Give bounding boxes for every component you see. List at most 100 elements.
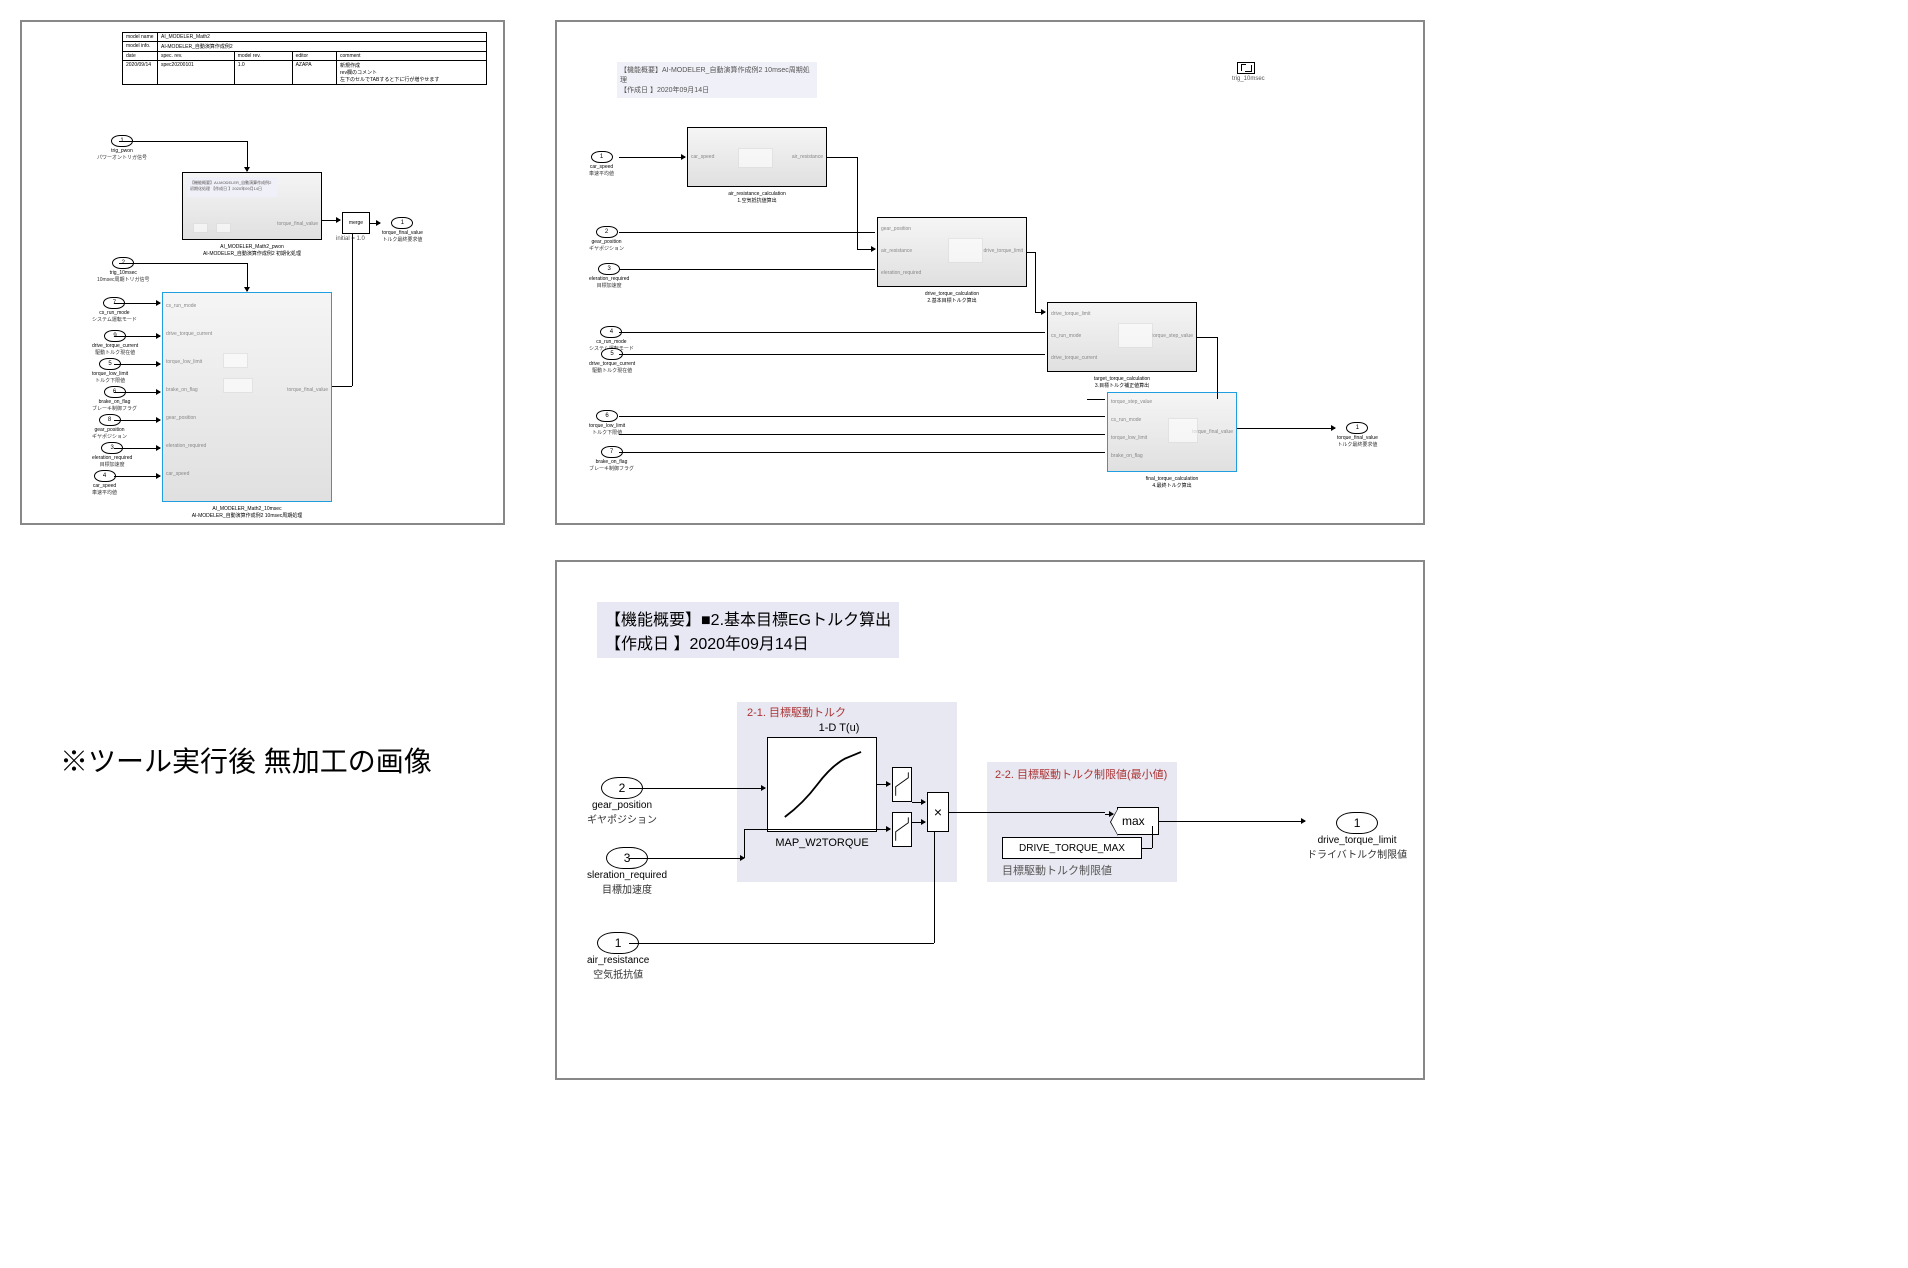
subsys-out-label: drive_torque_limit: [984, 248, 1023, 254]
wire: [1197, 337, 1217, 338]
zone-label-2: 2-2. 目標駆動トルク制限値(最小値): [995, 766, 1167, 782]
ghost-block: [223, 378, 253, 393]
subsys-in-label: car_speed: [166, 471, 189, 477]
lookup-table-block[interactable]: [767, 737, 877, 832]
port-name: air_resistance: [587, 955, 649, 966]
subsystem-10msec[interactable]: cs_run_mode drive_torque_current torque_…: [162, 292, 332, 502]
constant-drive-torque-max[interactable]: DRIVE_TORQUE_MAX: [1002, 837, 1142, 859]
panel-top-level-model: model name AI_MODELER_Math2 model info. …: [20, 20, 505, 525]
wire: [619, 416, 1105, 417]
wire: [857, 157, 858, 249]
wire: [370, 223, 380, 224]
hdr-comment: comment: [337, 52, 487, 61]
subsys-in-label: torque_low_limit: [166, 359, 202, 365]
subsystem-pwon[interactable]: 【機能概要】AI-MODELER_自動演算作成例2 初期化処理 【作成日 】20…: [182, 172, 322, 240]
port-jp: 空気抵抗値: [593, 966, 643, 981]
subsys-in-label: torque_step_value: [1111, 399, 1152, 405]
inport-brake_on_flag[interactable]: 7brake_on_flagブレーキ制御フラグ: [589, 446, 634, 472]
saturate-icon: [893, 768, 911, 801]
wire: [1035, 252, 1036, 312]
wire: [332, 386, 352, 387]
wire: [114, 303, 160, 304]
port-number: 2: [596, 226, 618, 238]
saturation-block[interactable]: [892, 812, 912, 847]
wire: [619, 157, 685, 158]
panel3-header: 【機能概要】■2.基本目標EGトルク算出 【作成日 】2020年09月14日: [597, 602, 899, 658]
caption-text: ※ツール実行後 無加工の画像: [60, 740, 432, 780]
wire: [352, 234, 353, 235]
port-jp: トルク最終要求値: [1337, 441, 1377, 448]
row-model-info-label: model info.: [123, 42, 158, 52]
subsystem-final-torque[interactable]: torque_step_value cs_run_mode torque_low…: [1107, 392, 1237, 472]
trigger-port-icon[interactable]: [1237, 62, 1255, 74]
wire: [629, 943, 934, 944]
wire: [934, 832, 935, 943]
saturate-icon: [893, 813, 911, 846]
row-model-info-value: AI-MODELER_自動演算作成例2: [158, 42, 487, 52]
inport-air-resistance[interactable]: 1 air_resistance 空気抵抗値: [587, 932, 649, 981]
wire: [619, 232, 875, 233]
wire: [1217, 337, 1218, 399]
val-specrev: spec20200101: [158, 61, 235, 85]
hdr-modelrev: model rev.: [234, 52, 292, 61]
hdr-specrev: spec. rev.: [158, 52, 235, 61]
inport-trig-10msec[interactable]: 2 trig_10msec 10msec周期トリガ信号: [97, 257, 150, 283]
subsys-name: air_resistance_calculation1.空気抵抗値算出: [688, 191, 826, 204]
inport-eleration_required[interactable]: 3eleration_required目標加速度: [589, 263, 629, 289]
inport-car_speed[interactable]: 4car_speed車速平均値: [92, 470, 117, 496]
inport-torque_low_limit[interactable]: 5torque_low_limitトルク下限値: [92, 358, 128, 384]
product-block[interactable]: ×: [927, 792, 949, 832]
wire: [322, 220, 340, 221]
subsys-name: final_torque_calculation4.最終トルク算出: [1108, 476, 1236, 489]
inport-trig-pwon[interactable]: 1 trig_pwon パワーオントリガ信号: [97, 135, 147, 161]
merge-block[interactable]: merge: [342, 212, 370, 234]
outport-drive-torque-limit[interactable]: 1 drive_torque_limit ドライバトルク制限値: [1307, 812, 1407, 861]
subsystem-target-torque[interactable]: drive_torque_limit cs_run_mode drive_tor…: [1047, 302, 1197, 372]
subsys-name: AI_MODELER_Math2_pwon AI-MODELER_自動演算作成例…: [183, 244, 321, 257]
ghost-block: [223, 353, 248, 368]
subsys-in-label: drive_torque_current: [1051, 355, 1097, 361]
saturation-block[interactable]: [892, 767, 912, 802]
subsys-name: target_torque_calculation3.目標トルク補正値算出: [1048, 376, 1196, 389]
port-jp: ギヤポジション: [587, 811, 657, 826]
subsys-out-label: torque_final_value: [277, 221, 318, 227]
port-jp: ブレーキ制御フラグ: [589, 465, 634, 472]
wire: [352, 234, 353, 386]
wire: [114, 364, 160, 365]
hdr-editor: editor: [292, 52, 336, 61]
subsystem-drive-torque[interactable]: gear_position air_resistance eleration_r…: [877, 217, 1027, 287]
inport-cs_run_mode[interactable]: 7cs_run_modeシステム運転モード: [92, 297, 137, 323]
val-modelrev: 1.0: [234, 61, 292, 85]
wire: [827, 157, 857, 158]
port-name: sleration_required: [587, 870, 667, 881]
subsys-in-label: drive_torque_current: [166, 331, 212, 337]
inport-eleration_required[interactable]: 3eleration_required目標加速度: [92, 442, 132, 468]
wire: [1027, 252, 1035, 253]
wire: [912, 802, 925, 803]
outport-torque-final[interactable]: 1 torque_final_value トルク最終要求値: [1337, 422, 1378, 448]
inport-gear-position[interactable]: 2 gear_position ギヤポジション: [587, 777, 657, 826]
inport-drive_torque_current[interactable]: 9drive_torque_current駆動トルク現在値: [92, 330, 138, 356]
val-comment: 新規作成 rev欄のコメント 左下のセルでTABすると下に行が増やせます: [337, 61, 487, 85]
port-jp: トルク下限値: [95, 377, 125, 384]
wire: [114, 476, 160, 477]
wire: [1152, 826, 1153, 848]
panel-header: 【機能概要】AI-MODELER_自動演算作成例2 10msec周期処理 【作成…: [617, 62, 817, 98]
subsys-out-label: air_resistance: [792, 154, 823, 160]
inport-acceleration-required[interactable]: 3 sleration_required 目標加速度: [587, 847, 667, 896]
inport-gear_position[interactable]: 2gear_positionギヤポジション: [589, 226, 624, 252]
outport-torque-final[interactable]: 1 torque_final_value トルク最終要求値: [382, 217, 423, 243]
port-number: 1: [591, 151, 613, 163]
inport-gear_position[interactable]: 8gear_positionギヤポジション: [92, 414, 127, 440]
wire: [1237, 428, 1335, 429]
inport-car_speed[interactable]: 1car_speed車速平均値: [589, 151, 614, 177]
inport-drive_torque_current[interactable]: 5drive_torque_current駆動トルク現在値: [589, 348, 635, 374]
wire: [114, 420, 160, 421]
inport-brake_on_flag[interactable]: 6brake_on_flagブレーキ制御フラグ: [92, 386, 137, 412]
subsys-in-label: eleration_required: [166, 443, 206, 449]
subsystem-air-resistance[interactable]: car_speed air_resistance air_resistance_…: [687, 127, 827, 187]
subsys-in-label: cs_run_mode: [1051, 333, 1081, 339]
trigger-label: trig_10msec: [1232, 76, 1265, 82]
inport-torque_low_limit[interactable]: 6torque_low_limitトルク下限値: [589, 410, 625, 436]
port-number: 1: [391, 217, 413, 229]
